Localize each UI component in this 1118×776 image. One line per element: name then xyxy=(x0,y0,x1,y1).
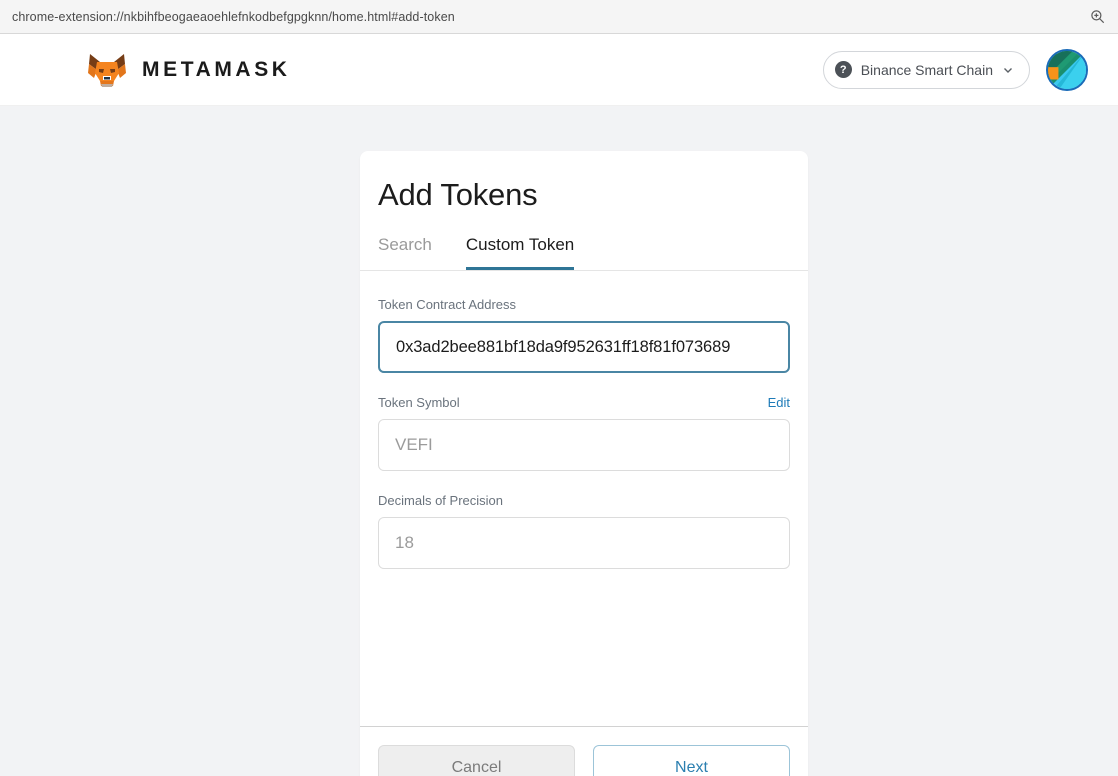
token-symbol-label: Token Symbol xyxy=(378,395,460,410)
field-token-symbol: Token Symbol Edit VEFI xyxy=(378,395,790,471)
app-header: METAMASK ? Binance Smart Chain xyxy=(0,34,1118,106)
field-head: Token Contract Address xyxy=(378,297,790,312)
question-circle-icon: ? xyxy=(834,61,852,78)
custom-token-form: Token Contract Address 0x3ad2bee881bf18d… xyxy=(360,271,808,726)
metamask-wordmark: METAMASK xyxy=(142,57,291,81)
decimals-of-precision-label: Decimals of Precision xyxy=(378,493,503,508)
decimals-of-precision-input[interactable]: 18 xyxy=(378,517,790,569)
add-tokens-card: Add Tokens Search Custom Token Token Con… xyxy=(360,151,808,776)
token-symbol-input[interactable]: VEFI xyxy=(378,419,790,471)
extension-app: METAMASK ? Binance Smart Chain Add Token… xyxy=(0,34,1118,776)
token-contract-address-input[interactable]: 0x3ad2bee881bf18da9f952631ff18f81f073689 xyxy=(378,321,790,373)
field-decimals-of-precision: Decimals of Precision 18 xyxy=(378,493,790,569)
header-actions: ? Binance Smart Chain xyxy=(822,48,1088,91)
brand: METAMASK xyxy=(86,51,291,89)
token-contract-address-label: Token Contract Address xyxy=(378,297,517,312)
chevron-down-icon xyxy=(1004,67,1012,73)
network-selector[interactable]: ? Binance Smart Chain xyxy=(822,50,1030,89)
tab-bar: Search Custom Token xyxy=(360,213,808,271)
field-head: Decimals of Precision xyxy=(378,493,790,508)
address-bar[interactable]: chrome-extension://nkbihfbeogaeaoehlefnk… xyxy=(12,10,1086,24)
field-token-contract-address: Token Contract Address 0x3ad2bee881bf18d… xyxy=(378,297,790,373)
next-button[interactable]: Next xyxy=(593,745,790,776)
network-name: Binance Smart Chain xyxy=(860,61,993,78)
edit-token-symbol-link[interactable]: Edit xyxy=(768,395,790,410)
tab-custom-token[interactable]: Custom Token xyxy=(465,235,575,270)
metamask-fox-icon xyxy=(88,53,126,87)
tab-search[interactable]: Search xyxy=(378,235,432,270)
card-footer: Cancel Next xyxy=(360,726,808,776)
browser-bar: chrome-extension://nkbihfbeogaeaoehlefnk… xyxy=(0,0,1118,34)
field-head: Token Symbol Edit xyxy=(378,395,790,410)
page-title: Add Tokens xyxy=(378,177,538,212)
zoom-in-icon[interactable] xyxy=(1086,6,1108,28)
cancel-button[interactable]: Cancel xyxy=(378,745,575,776)
account-identicon[interactable] xyxy=(1046,48,1088,91)
